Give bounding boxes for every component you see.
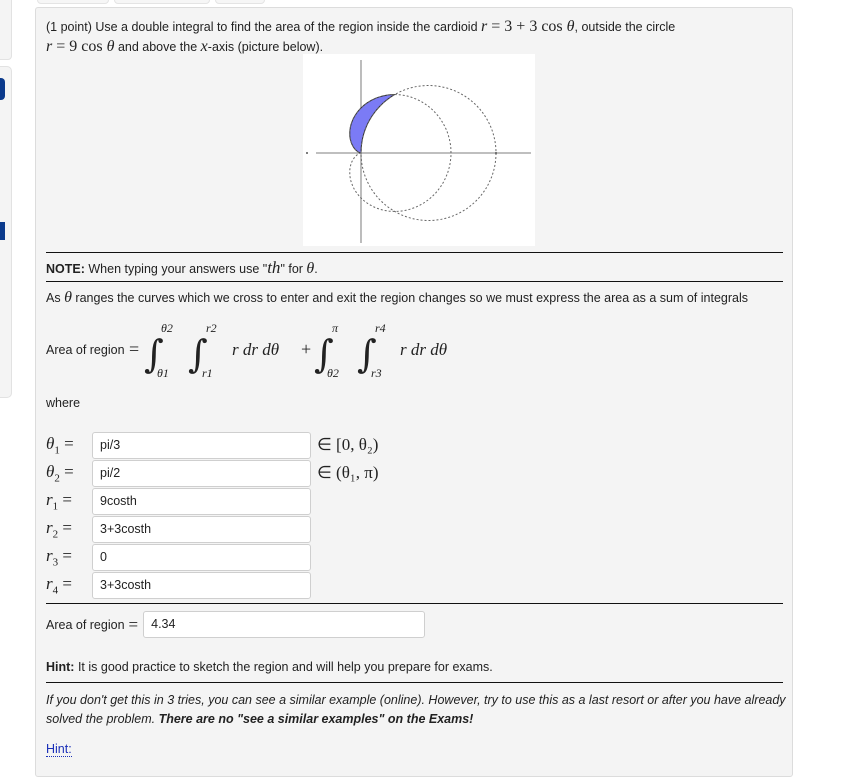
field-label: θ2 = bbox=[46, 462, 92, 484]
field-subscript: 1 bbox=[52, 500, 59, 513]
problem-panel: (1 point) Use a double integral to find … bbox=[35, 7, 793, 777]
note-text: " for bbox=[280, 262, 303, 276]
outer-lower-limit: θ1 bbox=[157, 366, 169, 380]
field-row: θ1 = pi/3 ∈ [0, θ₂) bbox=[46, 431, 379, 459]
field-label: r4 = bbox=[46, 574, 92, 596]
field-input[interactable]: 9costh bbox=[92, 487, 311, 515]
divider bbox=[46, 682, 783, 683]
formula-label: Area of region bbox=[46, 343, 125, 357]
equals-sign: = bbox=[64, 433, 74, 453]
field-subscript: 4 bbox=[52, 584, 59, 597]
area-formula: Area of region = ∫ θ2 θ1 ∫ r2 r1 r dr dθ… bbox=[46, 315, 546, 385]
note-text: . bbox=[314, 262, 318, 276]
equals-sign: = bbox=[128, 614, 139, 634]
integrand: r dr dθ bbox=[400, 340, 447, 359]
hint-text: Hint: It is good practice to sketch the … bbox=[46, 660, 493, 674]
field-subscript: 2 bbox=[54, 472, 60, 485]
statement-text: and above the bbox=[117, 40, 198, 54]
field-range: ∈ [0, θ₂) bbox=[317, 435, 379, 454]
field-label: r1 = bbox=[46, 490, 92, 512]
axis-tick bbox=[306, 152, 308, 154]
outer-lower-limit: θ2 bbox=[327, 366, 339, 380]
region-plot bbox=[306, 60, 572, 243]
top-tab-fragment bbox=[37, 0, 109, 4]
integrand: r dr dθ bbox=[232, 340, 279, 359]
points-label: (1 point) bbox=[46, 20, 92, 34]
outer-upper-limit: π bbox=[332, 321, 339, 335]
hint-label: Hint: bbox=[46, 660, 75, 674]
field-row: θ2 = pi/2 ∈ (θ₁, π) bbox=[46, 459, 379, 487]
note-label: NOTE: bbox=[46, 262, 85, 276]
note-line: NOTE: When typing your answers use "th" … bbox=[46, 258, 318, 278]
inner-lower-limit: r1 bbox=[202, 366, 213, 380]
explanation-text: As bbox=[46, 291, 61, 305]
field-label: θ1 = bbox=[46, 434, 92, 456]
equals-sign: = bbox=[129, 339, 139, 359]
circle-equation: r = 9 cos θ bbox=[46, 38, 115, 55]
field-input[interactable]: 3+3costh bbox=[92, 571, 311, 599]
outer-upper-limit: θ2 bbox=[161, 321, 173, 335]
sidebar-active-marker[interactable] bbox=[0, 222, 5, 240]
statement-text: -axis (picture below). bbox=[207, 40, 324, 54]
equals-sign: = bbox=[62, 517, 72, 537]
equals-sign: = bbox=[62, 489, 72, 509]
field-input[interactable]: pi/3 bbox=[92, 431, 311, 459]
left-sidebar-panel bbox=[0, 0, 12, 60]
field-subscript: 3 bbox=[52, 556, 59, 569]
hint-link[interactable]: Hint: bbox=[46, 742, 72, 757]
axis-tick bbox=[495, 152, 497, 154]
problem-statement: (1 point) Use a double integral to find … bbox=[46, 17, 786, 57]
field-symbol: r bbox=[46, 517, 53, 537]
explanation-text: ranges the curves which we cross to ente… bbox=[75, 291, 748, 305]
field-row: r3 = 0 bbox=[46, 543, 311, 571]
shaded-region bbox=[349, 94, 396, 154]
equals-sign: = bbox=[62, 573, 72, 593]
field-row: r4 = 3+3costh bbox=[46, 571, 311, 599]
where-label: where bbox=[46, 396, 81, 410]
axis-variable: x bbox=[200, 38, 208, 55]
field-subscript: 2 bbox=[52, 528, 59, 541]
sidebar-active-marker[interactable] bbox=[0, 78, 5, 100]
field-symbol: r bbox=[46, 545, 53, 565]
similar-example-note: If you don't get this in 3 tries, you ca… bbox=[46, 691, 786, 729]
inner-lower-limit: r3 bbox=[371, 366, 382, 380]
field-row: r1 = 9costh bbox=[46, 487, 311, 515]
field-symbol: r bbox=[46, 573, 53, 593]
divider bbox=[46, 252, 783, 253]
top-tab-fragment bbox=[215, 0, 265, 4]
field-label: r2 = bbox=[46, 518, 92, 540]
answer-label: Area of region bbox=[46, 617, 125, 632]
field-row: r2 = 3+3costh bbox=[46, 515, 311, 543]
statement-text: Use a double integral to find the area o… bbox=[95, 20, 478, 34]
field-input[interactable]: 3+3costh bbox=[92, 515, 311, 543]
answer-row: Area of region = 4.34 bbox=[46, 611, 426, 638]
equals-sign: = bbox=[64, 461, 74, 481]
theta-symbol: θ bbox=[64, 289, 72, 306]
statement-text: , outside the circle bbox=[574, 20, 676, 34]
field-range: ∈ (θ₁, π) bbox=[317, 463, 379, 482]
field-symbol: r bbox=[46, 489, 53, 509]
region-figure bbox=[303, 54, 572, 246]
divider bbox=[46, 603, 783, 604]
hint-body: It is good practice to sketch the region… bbox=[77, 660, 493, 674]
cardioid-equation: r = 3 + 3 cos θ bbox=[481, 18, 575, 35]
field-label: r3 = bbox=[46, 546, 92, 568]
equals-sign: = bbox=[62, 545, 72, 565]
divider bbox=[46, 281, 783, 282]
field-subscript: 1 bbox=[54, 444, 60, 457]
th-symbol: th bbox=[267, 258, 281, 277]
integral-formula: Area of region = ∫ θ2 θ1 ∫ r2 r1 r dr dθ… bbox=[46, 321, 447, 380]
similar-warning: There are no "see a similar examples" on… bbox=[158, 712, 474, 726]
note-text: When typing your answers use " bbox=[88, 262, 268, 276]
inner-upper-limit: r2 bbox=[206, 321, 217, 335]
top-tab-fragment bbox=[114, 0, 210, 4]
field-input[interactable]: 0 bbox=[92, 543, 311, 571]
inner-upper-limit: r4 bbox=[375, 321, 386, 335]
area-answer-input[interactable]: 4.34 bbox=[143, 611, 426, 638]
field-input[interactable]: pi/2 bbox=[92, 459, 311, 487]
plus-sign: + bbox=[301, 339, 311, 359]
explanation-line: As θ ranges the curves which we cross to… bbox=[46, 289, 748, 307]
